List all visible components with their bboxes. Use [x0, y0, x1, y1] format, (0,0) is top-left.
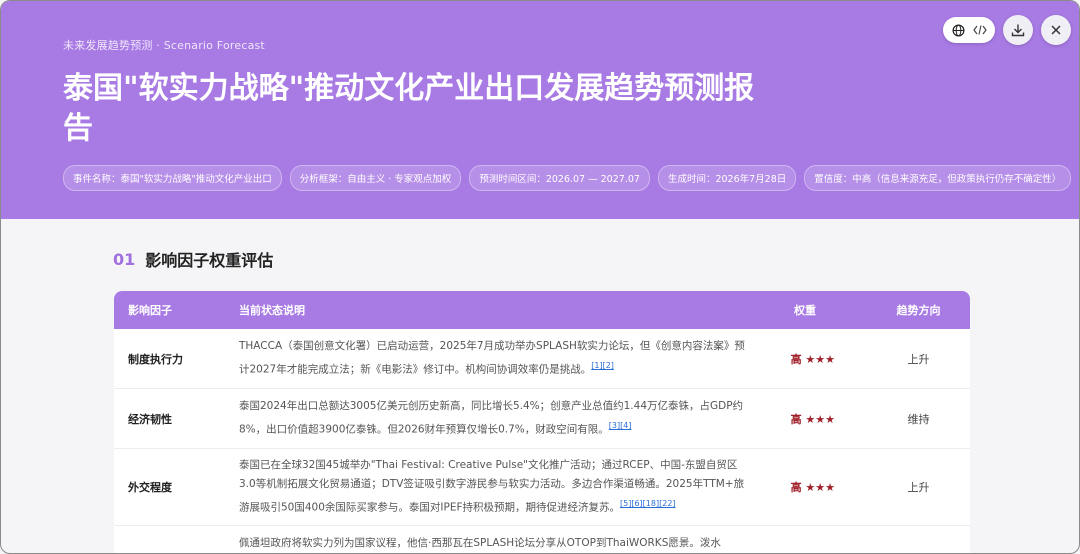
- globe-icon[interactable]: [949, 21, 967, 39]
- description-text: 佩通坦政府将软实力列为国家议程，他信·西那瓦在SPLASH论坛分享从OTOP到T…: [239, 537, 721, 549]
- trend-direction: 维持: [907, 412, 930, 426]
- toolbar: [943, 15, 1071, 45]
- factor-description: THACCA（泰国创意文化署）已启动运营，2025年7月成功举办SPLASH软实…: [239, 337, 754, 380]
- table-row: 经济韧性 泰国2024年出口总额达3005亿美元创历史新高，同比增长5.4%；创…: [114, 389, 970, 449]
- table-row: 佩通坦政府将软实力列为国家议程，他信·西那瓦在SPLASH论坛分享从OTOP到T…: [114, 526, 970, 553]
- factor-name: 外交程度: [128, 481, 172, 494]
- factor-name: 制度执行力: [128, 352, 183, 366]
- table-row: 制度执行力 THACCA（泰国创意文化署）已启动运营，2025年7月成功举办SP…: [114, 329, 970, 389]
- col-header-trend: 趋势方向: [896, 304, 941, 317]
- trend-direction: 上升: [907, 481, 930, 494]
- close-button[interactable]: [1041, 15, 1071, 45]
- meta-pill-generated: 生成时间：2026年7月28日: [657, 165, 797, 191]
- report-title: 泰国"软实力战略"推动文化产业出口发展趋势预测报告: [63, 71, 755, 146]
- weight-value: 高 ★★★: [790, 352, 835, 366]
- reference-link[interactable]: [5][6][18][22]: [620, 499, 676, 508]
- col-header-description: 当前状态说明: [239, 304, 305, 317]
- header-eyebrow: 未来发展趋势预测 · Scenario Forecast: [63, 39, 265, 52]
- factor-weight-table: 影响因子 当前状态说明 权重 趋势方向 制度执行力 THACCA（泰国创意文化署…: [114, 291, 970, 553]
- section-heading: 01 影响因子权重评估: [113, 247, 273, 271]
- description-text: THACCA（泰国创意文化署）已启动运营，2025年7月成功举办SPLASH软实…: [239, 340, 745, 376]
- section-number: 01: [113, 249, 136, 269]
- download-button[interactable]: [1003, 15, 1033, 45]
- reference-link[interactable]: [1][2]: [591, 361, 614, 370]
- factor-description: 泰国已在全球32国45城举办"Thai Festival: Creative P…: [239, 456, 754, 518]
- reference-link[interactable]: [3][4]: [609, 421, 632, 430]
- meta-pill-period: 预测时间区间：2026.07 — 2027.07: [469, 165, 650, 191]
- factor-description: 佩通坦政府将软实力列为国家议程，他信·西那瓦在SPLASH论坛分享从OTOP到T…: [239, 534, 754, 553]
- meta-pill-confidence: 置信度：中高（信息来源充足，但政策执行仍存不确定性）: [804, 165, 1072, 191]
- col-header-weight: 权重: [794, 304, 816, 317]
- section-title: 影响因子权重评估: [145, 251, 274, 270]
- trend-direction: 上升: [907, 352, 930, 366]
- meta-pill-event: 事件名称：泰国"软实力战略"推动文化产业出口: [63, 165, 282, 191]
- meta-pill-framework: 分析框架：自由主义 · 专家观点加权: [289, 165, 462, 191]
- table-row: 外交程度 泰国已在全球32国45城举办"Thai Festival: Creat…: [114, 449, 970, 526]
- weight-value: 高 ★★★: [790, 481, 835, 494]
- download-icon: [1011, 24, 1025, 37]
- report-window: 未来发展趋势预测 · Scenario Forecast 泰国"软实力战略"推动…: [0, 0, 1080, 554]
- code-icon[interactable]: [971, 21, 989, 39]
- meta-pills: 事件名称：泰国"软实力战略"推动文化产业出口 分析框架：自由主义 · 专家观点加…: [63, 165, 1072, 191]
- report-header: 未来发展趋势预测 · Scenario Forecast 泰国"软实力战略"推动…: [1, 1, 1079, 219]
- col-header-factor: 影响因子: [128, 304, 172, 317]
- factor-name: 经济韧性: [128, 412, 172, 426]
- close-icon: [1051, 25, 1061, 35]
- factor-description: 泰国2024年出口总额达3005亿美元创历史新高，同比增长5.4%；创意产业总值…: [239, 397, 754, 440]
- weight-value: 高 ★★★: [790, 412, 835, 426]
- view-toggle-group: [943, 17, 995, 43]
- table-header: 影响因子 当前状态说明 权重 趋势方向: [114, 291, 970, 329]
- description-text: 泰国2024年出口总额达3005亿美元创历史新高，同比增长5.4%；创意产业总值…: [239, 400, 744, 436]
